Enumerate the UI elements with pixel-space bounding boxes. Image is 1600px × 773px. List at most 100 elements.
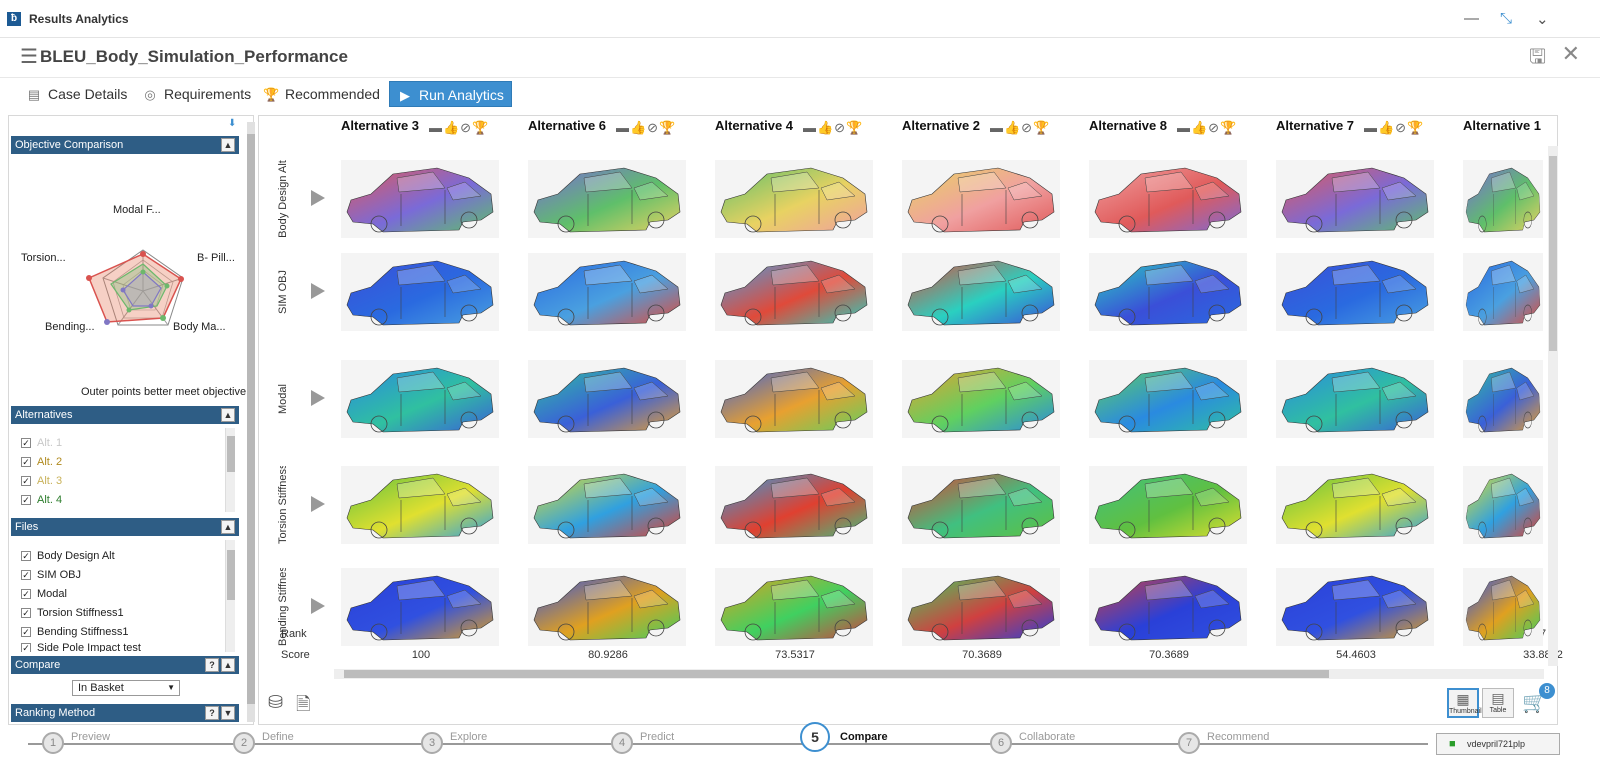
result-thumbnail[interactable] <box>528 360 686 438</box>
step-number[interactable]: 2 <box>233 732 255 754</box>
checkbox[interactable]: ✓ <box>21 608 31 619</box>
result-thumbnail[interactable] <box>528 253 686 331</box>
step-number[interactable]: 1 <box>42 732 64 754</box>
minimize-icon[interactable]: — <box>1464 10 1479 27</box>
step-number[interactable]: 7 <box>1178 732 1200 754</box>
alternative-item[interactable]: ✓ Alt. 3 <box>21 472 62 490</box>
result-thumbnail[interactable] <box>902 253 1060 331</box>
tab-requirements[interactable]: ◎ Requirements <box>142 81 251 107</box>
user-box[interactable]: ■ vdevpril721plp <box>1436 733 1560 755</box>
objective-comparison-header[interactable]: Objective Comparison ▲ <box>11 136 239 154</box>
result-thumbnail[interactable] <box>1276 568 1434 646</box>
left-panel-scrollbar[interactable] <box>247 122 255 722</box>
collapse-icon[interactable]: ⤡ <box>1500 10 1512 27</box>
compare-header[interactable]: Compare ? ▲ <box>11 656 239 674</box>
checkbox[interactable]: ✓ <box>21 438 31 449</box>
result-thumbnail[interactable] <box>902 160 1060 238</box>
vertical-scrollbar[interactable] <box>1548 146 1558 666</box>
result-thumbnail[interactable] <box>1463 568 1543 646</box>
result-thumbnail[interactable] <box>341 466 499 544</box>
column-action-icons[interactable]: ▬👍⊘🏆 <box>429 120 489 136</box>
result-thumbnail[interactable] <box>715 253 873 331</box>
help-button[interactable]: ? <box>205 706 219 720</box>
expand-row-arrow[interactable] <box>311 496 325 512</box>
result-thumbnail[interactable] <box>1089 360 1247 438</box>
step-label[interactable]: Preview <box>71 731 110 743</box>
result-thumbnail[interactable] <box>1089 253 1247 331</box>
alternative-item[interactable]: ✓ Alt. 4 <box>21 491 62 509</box>
checkbox[interactable]: ✓ <box>21 457 31 468</box>
files-scrollbar[interactable] <box>225 540 235 652</box>
result-thumbnail[interactable] <box>1089 568 1247 646</box>
result-thumbnail[interactable] <box>715 360 873 438</box>
step-label[interactable]: Define <box>262 731 294 743</box>
result-thumbnail[interactable] <box>1463 466 1543 544</box>
save-icon[interactable]: 🖫 <box>1529 42 1546 76</box>
thumbnail-view-button[interactable]: ▦ Thumbnail <box>1447 688 1482 718</box>
expand-row-arrow[interactable] <box>311 390 325 406</box>
result-thumbnail[interactable] <box>341 253 499 331</box>
result-thumbnail[interactable] <box>528 160 686 238</box>
close-icon[interactable]: ✕ <box>1562 41 1580 67</box>
step-number[interactable]: 3 <box>421 732 443 754</box>
result-thumbnail[interactable] <box>341 360 499 438</box>
result-thumbnail[interactable] <box>1463 253 1543 331</box>
result-thumbnail[interactable] <box>1276 253 1434 331</box>
expand-button[interactable]: ▼ <box>221 706 235 720</box>
column-action-icons[interactable]: ▬👍⊘🏆 <box>1364 120 1424 136</box>
result-thumbnail[interactable] <box>715 568 873 646</box>
column-action-icons[interactable]: ▬👍⊘🏆 <box>616 120 676 136</box>
result-thumbnail[interactable] <box>341 160 499 238</box>
step-label[interactable]: Compare <box>840 731 888 743</box>
checkbox[interactable]: ✓ <box>21 643 31 652</box>
checkbox[interactable]: ✓ <box>21 476 31 487</box>
result-thumbnail[interactable] <box>902 466 1060 544</box>
horizontal-scrollbar[interactable] <box>334 669 1544 679</box>
result-thumbnail[interactable] <box>1089 466 1247 544</box>
result-thumbnail[interactable] <box>1276 160 1434 238</box>
file-item[interactable]: ✓ Bending Stiffness1 <box>21 623 129 641</box>
result-thumbnail[interactable] <box>1463 360 1543 438</box>
result-thumbnail[interactable] <box>528 466 686 544</box>
step-number[interactable]: 4 <box>611 732 633 754</box>
expand-row-arrow[interactable] <box>311 283 325 299</box>
column-action-icons[interactable]: ▬👍⊘🏆 <box>1177 120 1237 136</box>
alternatives-header[interactable]: Alternatives ▲ <box>11 406 239 424</box>
file-item[interactable]: ✓ SIM OBJ <box>21 566 81 584</box>
table-view-button[interactable]: ▤ Table <box>1482 688 1514 718</box>
menu-icon[interactable]: ☰ <box>20 47 38 67</box>
checkbox[interactable]: ✓ <box>21 570 31 581</box>
result-thumbnail[interactable] <box>1089 160 1247 238</box>
column-action-icons[interactable]: ▬👍⊘🏆 <box>990 120 1050 136</box>
alternative-item[interactable]: ✓ Alt. 1 <box>21 434 62 452</box>
result-thumbnail[interactable] <box>1276 360 1434 438</box>
step-label[interactable]: Explore <box>450 731 487 743</box>
chevron-down-icon[interactable]: ⌄ <box>1536 10 1549 28</box>
step-label[interactable]: Predict <box>640 731 674 743</box>
file-item[interactable]: ✓ Side Pole Impact test <box>21 642 141 652</box>
tab-recommended[interactable]: 🏆 Recommended <box>263 81 380 107</box>
step-number[interactable]: 6 <box>990 732 1012 754</box>
pin-icon[interactable]: ⬇ <box>228 118 236 129</box>
expand-row-arrow[interactable] <box>311 598 325 614</box>
checkbox[interactable]: ✓ <box>21 495 31 506</box>
checkbox[interactable]: ✓ <box>21 627 31 638</box>
tab-case-details[interactable]: ▤ Case Details <box>26 81 128 107</box>
checkbox[interactable]: ✓ <box>21 551 31 562</box>
column-action-icons[interactable]: ▬👍⊘🏆 <box>803 120 863 136</box>
result-thumbnail[interactable] <box>902 568 1060 646</box>
run-analytics-button[interactable]: ▶ Run Analytics <box>389 81 512 107</box>
result-thumbnail[interactable] <box>715 466 873 544</box>
result-thumbnail[interactable] <box>902 360 1060 438</box>
result-thumbnail[interactable] <box>1276 466 1434 544</box>
help-button[interactable]: ? <box>205 658 219 672</box>
compare-select[interactable]: In Basket ▼ <box>72 680 180 696</box>
checkbox[interactable]: ✓ <box>21 589 31 600</box>
result-thumbnail[interactable] <box>1463 160 1543 238</box>
file-item[interactable]: ✓ Body Design Alt <box>21 547 115 565</box>
files-header[interactable]: Files ▲ <box>11 518 239 536</box>
file-item[interactable]: ✓ Modal <box>21 585 67 603</box>
document-icon[interactable]: 🗎 <box>296 692 310 722</box>
file-item[interactable]: ✓ Torsion Stiffness1 <box>21 604 124 622</box>
result-thumbnail[interactable] <box>341 568 499 646</box>
